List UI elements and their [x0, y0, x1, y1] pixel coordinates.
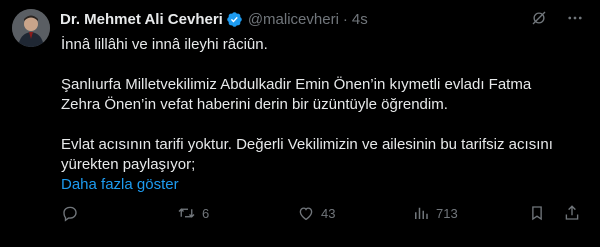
avatar[interactable]: [12, 9, 50, 47]
tweet-card[interactable]: Dr. Mehmet Ali Cevheri @malicevheri · 4s: [0, 0, 600, 247]
author-handle[interactable]: @malicevheri: [248, 11, 339, 28]
retweet-button[interactable]: 6: [177, 203, 209, 223]
tweet-time[interactable]: 4s: [352, 11, 368, 28]
like-count: 43: [321, 205, 336, 221]
action-bar: 6 43 713: [0, 203, 600, 225]
tweet-line: İnnâ lillâhi ve innâ ileyhi râciûn.: [61, 36, 268, 53]
author-name[interactable]: Dr. Mehmet Ali Cevheri: [60, 11, 223, 28]
like-icon: [297, 204, 315, 222]
grok-icon[interactable]: [530, 9, 548, 27]
tweet-line: Şanlıurfa Milletvekilimiz Abdulkadir Emi…: [61, 76, 532, 93]
tweet-line: Evlat acısının tarifi yoktur. Değerli Ve…: [61, 136, 553, 153]
share-icon: [563, 204, 581, 222]
bookmark-button[interactable]: [528, 203, 546, 223]
tweet-text: İnnâ lillâhi ve innâ ileyhi râciûn. Şanl…: [61, 35, 589, 195]
views-icon: [412, 204, 430, 222]
avatar-image: [12, 9, 50, 47]
reply-button[interactable]: [61, 203, 85, 223]
bookmark-icon: [528, 204, 546, 222]
header-actions: [530, 9, 584, 27]
verified-badge-icon: [226, 11, 243, 28]
share-button[interactable]: [563, 203, 581, 223]
tweet-header: Dr. Mehmet Ali Cevheri @malicevheri · 4s: [60, 9, 584, 29]
tweet-line: yürekten paylaşıyor;: [61, 156, 196, 173]
separator-dot: ·: [342, 10, 348, 28]
tweet-line: Zehra Önen’in vefat haberini derin bir ü…: [61, 96, 448, 113]
reply-icon: [61, 204, 79, 222]
views-button[interactable]: 713: [412, 203, 458, 223]
like-button[interactable]: 43: [297, 203, 335, 223]
views-count: 713: [436, 205, 458, 221]
show-more-link[interactable]: Daha fazla göster: [61, 175, 589, 195]
more-icon[interactable]: [566, 9, 584, 27]
retweet-icon: [177, 204, 196, 222]
retweet-count: 6: [202, 205, 210, 221]
